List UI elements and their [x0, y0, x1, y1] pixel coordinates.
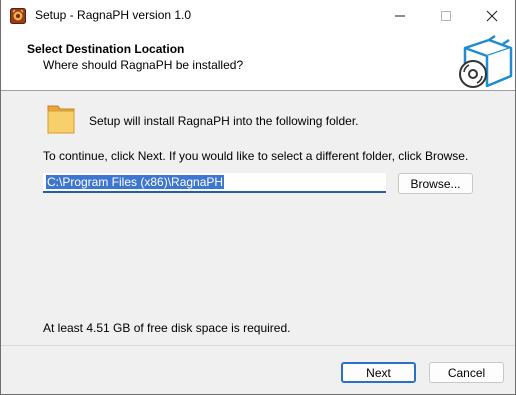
installer-app-icon[interactable] [10, 8, 26, 24]
setup-box-disc-icon [455, 34, 513, 90]
wizard-content: Setup will install RagnaPH into the foll… [1, 92, 515, 345]
page-title: Select Destination Location [27, 42, 185, 56]
window-title: Setup - RagnaPH version 1.0 [35, 8, 192, 22]
install-description: Setup will install RagnaPH into the foll… [89, 114, 359, 128]
close-icon [486, 10, 498, 22]
disk-space-requirement: At least 4.51 GB of free disk space is r… [43, 321, 291, 335]
minimize-icon [395, 15, 405, 17]
setup-window: Setup - RagnaPH version 1.0 Select Desti… [0, 0, 516, 395]
destination-path-input[interactable]: C:\Program Files (x86)\RagnaPH [43, 173, 386, 193]
destination-path-value[interactable]: C:\Program Files (x86)\RagnaPH [46, 175, 225, 189]
wizard-header: Select Destination Location Where should… [1, 32, 515, 91]
browse-button[interactable]: Browse... [398, 173, 473, 194]
maximize-icon [441, 11, 451, 21]
title-bar[interactable]: Setup - RagnaPH version 1.0 [1, 0, 515, 32]
minimize-button[interactable] [377, 0, 423, 32]
close-button[interactable] [469, 0, 515, 32]
wizard-footer: Next Cancel [1, 345, 515, 394]
page-subtitle: Where should RagnaPH be installed? [43, 58, 244, 72]
cancel-button[interactable]: Cancel [429, 362, 504, 383]
continue-instructions: To continue, click Next. If you would li… [43, 149, 469, 163]
next-button[interactable]: Next [341, 362, 416, 383]
folder-icon [46, 103, 76, 135]
maximize-button[interactable] [423, 0, 469, 32]
